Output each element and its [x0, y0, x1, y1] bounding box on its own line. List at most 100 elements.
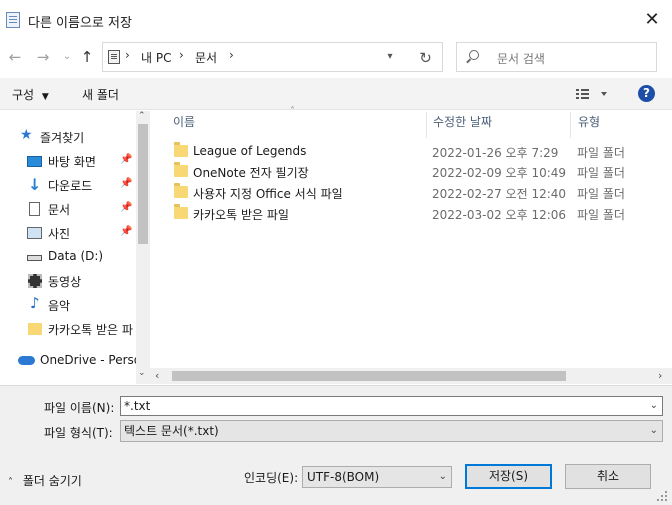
document-icon: [29, 202, 40, 216]
encoding-value: UTF-8(BOM): [307, 470, 380, 484]
encoding-label: 인코딩(E):: [244, 471, 299, 485]
filetype-label: 파일 형식(T):: [44, 426, 113, 440]
chevron-down-icon: ▼: [41, 92, 49, 102]
pin-icon[interactable]: 📌: [120, 226, 132, 237]
sidebar-item-downloads[interactable]: ↓ 다운로드 📌: [0, 173, 136, 197]
breadcrumb-this-pc[interactable]: 내 PC: [141, 49, 171, 66]
breadcrumb-chevron-icon[interactable]: ›: [179, 48, 184, 62]
window-title: 다른 이름으로 저장: [28, 16, 132, 31]
filename-value: *.txt: [124, 399, 151, 413]
notepad-icon: [6, 12, 20, 28]
sidebar-item-label: 다운로드: [48, 179, 93, 193]
sort-up-icon: ˄: [290, 106, 295, 117]
encoding-select[interactable]: UTF-8(BOM) ⌄: [302, 466, 452, 488]
file-row[interactable]: OneNote 전자 필기장 2022-02-09 오후 10:49 파일 폴더: [170, 162, 640, 182]
address-dropdown-icon[interactable]: ▾: [380, 44, 400, 70]
search-box[interactable]: 문서 검색: [456, 42, 657, 72]
sidebar-item-desktop[interactable]: 바탕 화면 📌: [0, 149, 136, 173]
file-list-scroll-thumb[interactable]: [172, 371, 566, 381]
sidebar-item-pictures[interactable]: 사진 📌: [0, 221, 136, 245]
file-type: 파일 폴더: [577, 208, 625, 222]
column-divider[interactable]: [426, 112, 427, 138]
file-row[interactable]: 사용자 지정 Office 서식 파일 2022-02-27 오전 12:40 …: [170, 183, 640, 203]
cancel-button[interactable]: 취소: [565, 464, 651, 489]
chevron-down-icon[interactable]: ⌄: [650, 397, 658, 415]
organize-label: 구성: [12, 88, 35, 102]
back-arrow-icon[interactable]: ←: [4, 46, 26, 68]
file-name: OneNote 전자 필기장: [193, 166, 309, 180]
scroll-right-icon[interactable]: ›: [658, 369, 662, 382]
sidebar-item-documents[interactable]: 문서 📌: [0, 197, 136, 221]
navigation-pane: ★ 즐겨찾기 바탕 화면 📌 ↓ 다운로드 📌 문서 📌 사진 📌 Data (…: [0, 111, 150, 384]
view-options-button[interactable]: [574, 86, 614, 102]
sidebar-item-label: 동영상: [48, 275, 82, 289]
download-arrow-icon: ↓: [28, 175, 42, 194]
breadcrumb-documents[interactable]: 문서: [195, 49, 217, 66]
resize-grip-icon[interactable]: [656, 490, 668, 502]
details-view-icon: [576, 89, 607, 99]
picture-icon: [27, 227, 42, 239]
file-date: 2022-01-26 오후 7:29: [432, 146, 559, 160]
file-name: 사용자 지정 Office 서식 파일: [193, 187, 343, 201]
column-header-date[interactable]: 수정한 날짜: [433, 113, 492, 137]
sidebar-item-label: OneDrive - Perso: [40, 353, 142, 367]
refresh-icon[interactable]: ↻: [409, 42, 443, 72]
sidebar-item-quick-access[interactable]: ★ 즐겨찾기: [0, 125, 136, 149]
scroll-down-icon[interactable]: ⌄: [138, 368, 146, 378]
chevron-down-icon: ⌄: [649, 425, 658, 436]
sidebar-item-label: 카카오톡 받은 파: [48, 323, 133, 337]
column-header-type[interactable]: 유형: [578, 113, 600, 137]
sidebar-item-onedrive[interactable]: OneDrive - Perso: [0, 349, 141, 373]
column-divider[interactable]: [570, 112, 571, 138]
filename-input[interactable]: *.txt ⌄: [120, 396, 663, 416]
sidebar-item-videos[interactable]: 동영상: [0, 269, 136, 293]
recent-locations-icon[interactable]: ⌄: [56, 46, 78, 68]
file-name: League of Legends: [193, 144, 307, 158]
document-location-icon: [108, 50, 120, 64]
chevron-up-icon: ˄: [8, 477, 13, 488]
chevron-down-icon: ⌄: [438, 471, 447, 482]
filetype-select[interactable]: 텍스트 문서(*.txt) ⌄: [120, 420, 663, 442]
help-icon[interactable]: ?: [638, 85, 655, 102]
folder-icon: [174, 204, 188, 219]
close-button[interactable]: ✕: [640, 8, 664, 32]
file-row[interactable]: League of Legends 2022-01-26 오후 7:29 파일 …: [170, 142, 640, 162]
save-button[interactable]: 저장(S): [465, 464, 552, 489]
new-folder-button[interactable]: 새 폴더: [82, 86, 119, 103]
column-header-name[interactable]: 이름: [173, 113, 195, 137]
folder-icon: [174, 183, 188, 198]
search-input[interactable]: 문서 검색: [497, 50, 545, 67]
file-type: 파일 폴더: [577, 146, 625, 160]
sidebar-item-label: 즐겨찾기: [40, 131, 85, 145]
star-icon: ★: [20, 127, 33, 143]
desktop-icon: [27, 156, 42, 167]
cloud-icon: [18, 356, 35, 365]
up-arrow-icon[interactable]: ↑: [76, 46, 98, 68]
sidebar-item-label: 문서: [48, 203, 71, 217]
sidebar-item-drive-d[interactable]: Data (D:): [0, 245, 136, 269]
folder-icon: [28, 323, 42, 335]
file-type: 파일 폴더: [577, 166, 625, 180]
pin-icon[interactable]: 📌: [120, 178, 132, 189]
music-note-icon: ♪: [30, 294, 40, 312]
pin-icon[interactable]: 📌: [120, 154, 132, 165]
scroll-up-icon[interactable]: ⌃: [138, 111, 146, 121]
filetype-value: 텍스트 문서(*.txt): [124, 424, 219, 438]
organize-button[interactable]: 구성 ▼: [12, 86, 49, 103]
breadcrumb-chevron-icon[interactable]: ›: [229, 48, 234, 62]
sidebar-item-label: Data (D:): [48, 249, 104, 263]
file-row[interactable]: 카카오톡 받은 파일 2022-03-02 오후 12:06 파일 폴더: [170, 204, 640, 224]
sidebar-scroll-thumb[interactable]: [138, 124, 148, 244]
pin-icon[interactable]: 📌: [120, 202, 132, 213]
breadcrumb-chevron-icon[interactable]: ›: [125, 48, 130, 62]
sidebar-item-label: 음악: [48, 299, 71, 313]
file-date: 2022-02-27 오전 12:40: [432, 187, 567, 201]
forward-arrow-icon[interactable]: →: [32, 46, 54, 68]
film-icon: [28, 274, 42, 288]
file-name: 카카오톡 받은 파일: [193, 208, 289, 222]
sidebar-item-kakaotalk[interactable]: 카카오톡 받은 파: [0, 317, 136, 341]
search-icon: [469, 50, 479, 60]
scroll-left-icon[interactable]: ‹: [155, 369, 159, 382]
sidebar-item-music[interactable]: ♪ 음악: [0, 293, 136, 317]
hide-folders-toggle[interactable]: ˄ 폴더 숨기기: [8, 472, 82, 489]
